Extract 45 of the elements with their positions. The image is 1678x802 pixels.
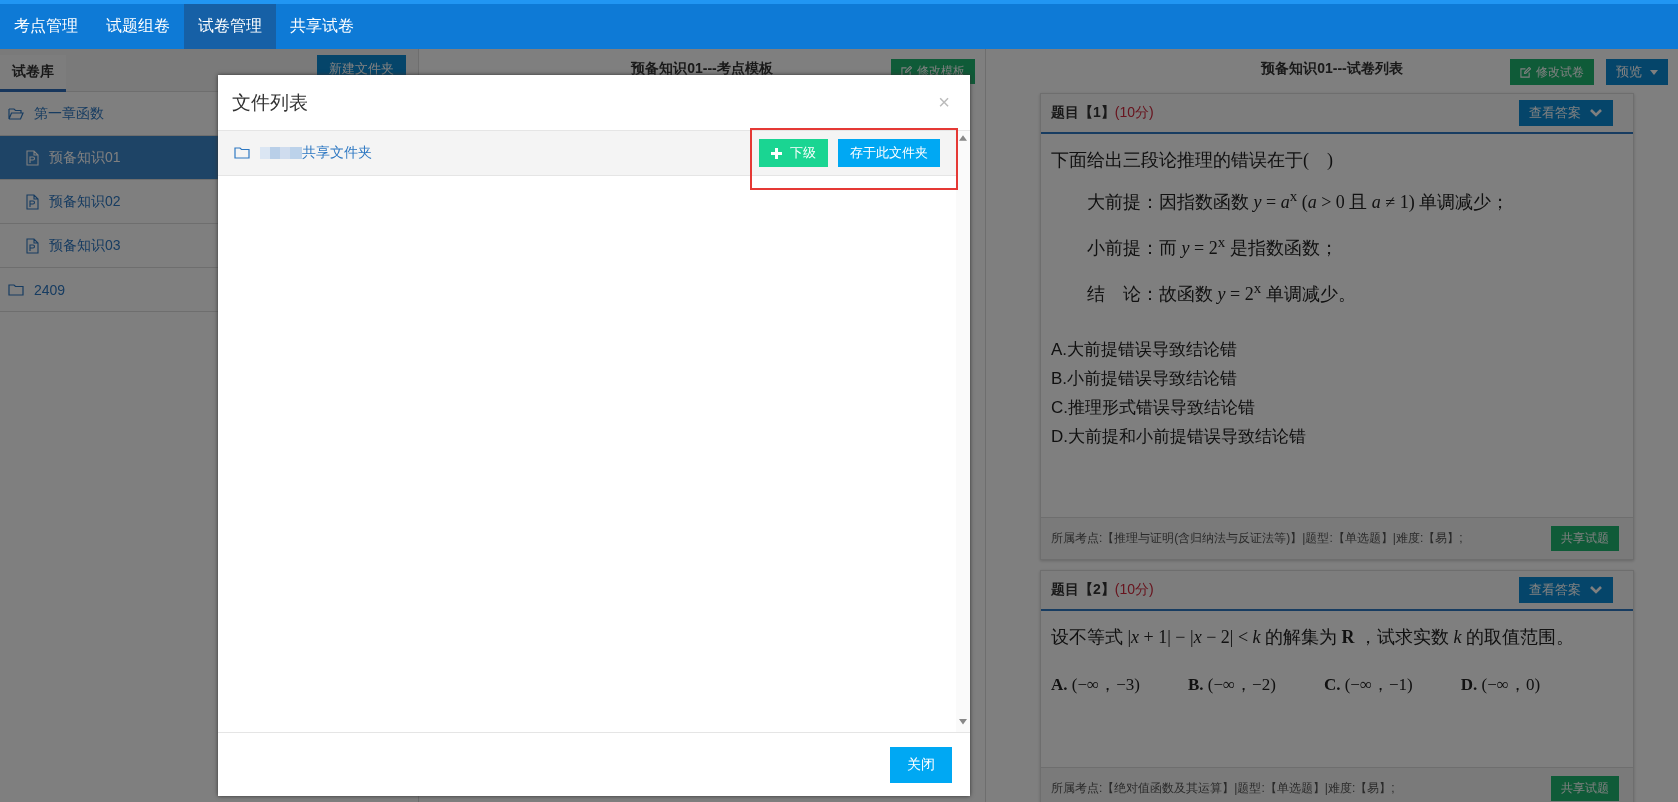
view-answer-button[interactable]: 查看答案 bbox=[1519, 100, 1613, 126]
answer-option: D.大前提和小前提错误导致结论错 bbox=[1051, 425, 1623, 448]
answer-option: B. (−∞，−2) bbox=[1187, 673, 1276, 696]
premise-line: 结 论：故函数 y = 2$^{x}$ 单调减少。 bbox=[1086, 280, 1357, 306]
view-answer-button[interactable]: 查看答案 bbox=[1519, 577, 1613, 603]
edit-paper-button[interactable]: 修改试卷 bbox=[1510, 59, 1594, 85]
folder-row[interactable]: 共享文件夹 下级 存于此文件夹 bbox=[218, 131, 956, 176]
folder-name[interactable]: 共享文件夹 bbox=[260, 144, 372, 162]
document-icon bbox=[26, 237, 39, 254]
open-folder-icon bbox=[8, 106, 24, 121]
question-info: 所属考点:【绝对值函数及其运算】|题型:【单选题】|难度:【易】; bbox=[1051, 780, 1395, 797]
panel-title: 预备知识01---考点模板 bbox=[631, 60, 773, 78]
question-stem: 下面给出三段论推理的错误在于( ) bbox=[1051, 149, 1334, 172]
folder-icon bbox=[234, 146, 250, 160]
document-icon bbox=[26, 193, 39, 210]
nav-tab[interactable]: 考点管理 bbox=[0, 4, 92, 49]
save-here-button[interactable]: 存于此文件夹 bbox=[838, 139, 940, 167]
answer-option: A. (−∞，−3) bbox=[1051, 673, 1140, 696]
folder-icon bbox=[8, 282, 24, 297]
nav-tab[interactable]: 试题组卷 bbox=[92, 4, 184, 49]
question-title: 题目【1】(10分) bbox=[1051, 104, 1154, 122]
share-question-button[interactable]: 共享试题 bbox=[1551, 526, 1619, 551]
question-title: 题目【2】(10分) bbox=[1051, 581, 1154, 599]
preview-button[interactable]: 预览 bbox=[1606, 59, 1668, 85]
close-button[interactable]: 关闭 bbox=[890, 746, 952, 783]
answer-option: C.推理形式错误导致结论错 bbox=[1051, 396, 1623, 419]
edit-icon bbox=[1520, 66, 1531, 78]
document-icon bbox=[26, 149, 39, 166]
dialog-title: 文件列表 bbox=[232, 90, 308, 115]
share-question-button[interactable]: 共享试题 bbox=[1551, 776, 1619, 801]
nav-tab[interactable]: 试卷管理 bbox=[184, 4, 276, 49]
subfolder-button[interactable]: 下级 bbox=[759, 139, 828, 167]
question-info: 所属考点:【推理与证明(含归纳法与反证法等)】|题型:【单选题】|难度:【易】; bbox=[1051, 530, 1463, 547]
chevron-down-icon bbox=[1589, 585, 1603, 595]
chevron-down-icon bbox=[1589, 108, 1603, 118]
answer-option: C. (−∞，−1) bbox=[1323, 673, 1413, 696]
plus-icon bbox=[771, 147, 782, 159]
premise-line: 大前提：因指数函数 y = a$^{x}$ (a > 0 且 a ≠ 1) 单调减少； bbox=[1086, 188, 1511, 214]
question-stem: 设不等式 |x + 1| − |x − 2| < k 的解集为 R ，试求实数 k 的取值范围。 bbox=[1051, 626, 1576, 649]
nav-tab[interactable]: 共享试卷 bbox=[276, 4, 368, 49]
answer-option: A.大前提错误导致结论错 bbox=[1051, 338, 1623, 361]
answer-option: B.小前提错误导致结论错 bbox=[1051, 367, 1623, 390]
premise-line: 小前提：而 y = 2$^{x}$ 是指数函数； bbox=[1086, 234, 1339, 260]
answer-option: D. (−∞，0) bbox=[1460, 673, 1541, 696]
panel-title: 预备知识01---试卷列表 bbox=[1261, 60, 1403, 78]
